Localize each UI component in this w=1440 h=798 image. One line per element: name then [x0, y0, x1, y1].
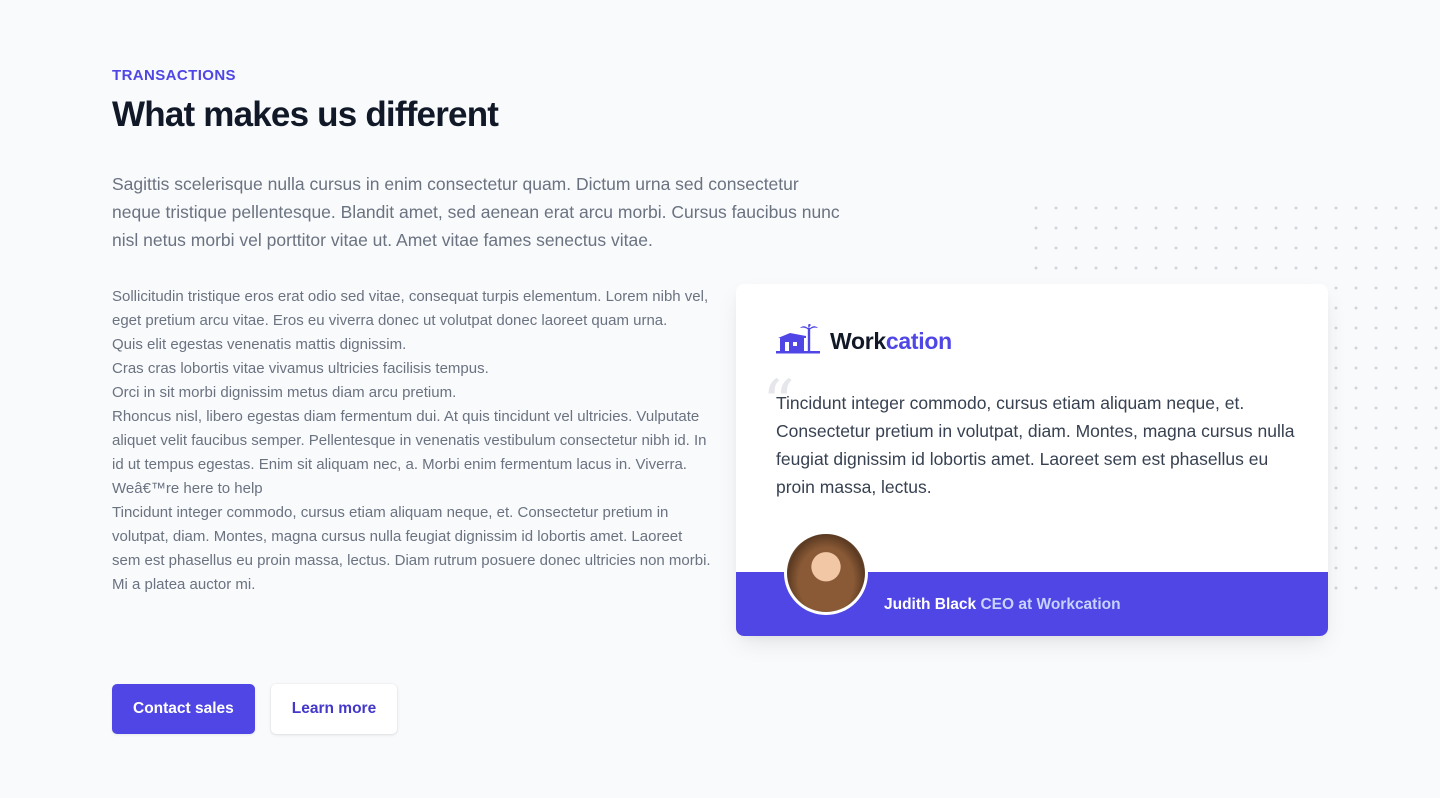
- action-buttons: Contact sales Learn more: [112, 684, 398, 734]
- body-paragraph: Rhoncus nisl, libero egestas diam fermen…: [112, 408, 707, 473]
- section-body: Sollicitudin tristique eros erat odio se…: [112, 285, 712, 597]
- learn-more-button[interactable]: Learn more: [270, 684, 398, 734]
- section-title: What makes us different: [112, 95, 499, 134]
- body-paragraph: Tincidunt integer commodo, cursus etiam …: [112, 504, 711, 593]
- body-paragraph: Quis elit egestas venenatis mattis digni…: [112, 336, 407, 353]
- page: TRANSACTIONS What makes us different Sag…: [0, 0, 1440, 798]
- author-avatar: [784, 531, 868, 615]
- testimonial-author: Judith Black CEO at Workcation: [884, 596, 1121, 614]
- body-paragraph: Weâ€™re here to help: [112, 480, 263, 497]
- contact-sales-button[interactable]: Contact sales: [112, 684, 255, 734]
- body-paragraph: Orci in sit morbi dignissim metus diam a…: [112, 384, 457, 401]
- section-lead: Sagittis scelerisque nulla cursus in eni…: [112, 174, 840, 250]
- testimonial-card: Workcation “ Tincidunt integer commodo, …: [736, 284, 1328, 636]
- testimonial-quote: Tincidunt integer commodo, cursus etiam …: [776, 393, 1295, 497]
- logo-wordmark: Workcation: [830, 328, 952, 355]
- body-paragraph: Cras cras lobortis vitae vivamus ultrici…: [112, 360, 489, 377]
- author-role: CEO at Workcation: [980, 596, 1121, 613]
- logo-word-work: Work: [830, 328, 886, 354]
- workcation-logo: Workcation: [776, 324, 952, 359]
- logo-word-cation: cation: [885, 328, 952, 354]
- author-name: Judith Black: [884, 596, 977, 613]
- body-paragraph: Sollicitudin tristique eros erat odio se…: [112, 288, 709, 329]
- house-palm-icon: [776, 324, 820, 359]
- section-eyebrow: TRANSACTIONS: [112, 67, 236, 84]
